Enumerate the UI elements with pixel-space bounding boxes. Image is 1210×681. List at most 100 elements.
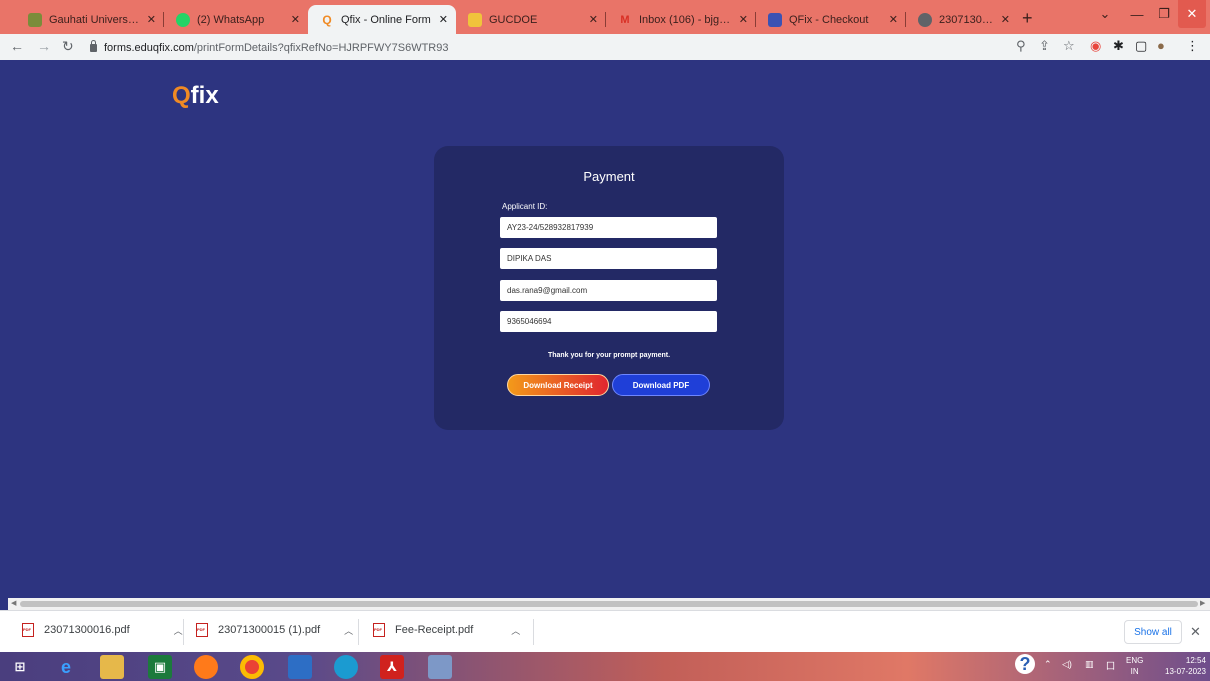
clock-date: 13-07-2023 — [1165, 667, 1206, 676]
tab-title: 23071300015 (1).pdf — [939, 13, 995, 26]
photos-icon[interactable] — [288, 655, 312, 679]
tab-title: (2) WhatsApp — [197, 13, 265, 26]
tab-gucdoe[interactable]: GUCDOE ✕ — [456, 5, 606, 34]
gucdoe-favicon-icon — [468, 12, 482, 27]
help-icon[interactable]: ? — [1015, 654, 1035, 674]
scroll-left-arrow-icon[interactable]: ◀ — [11, 599, 16, 607]
close-tab-icon[interactable]: ✕ — [589, 13, 598, 26]
tab-qfix-online-form[interactable]: Q Qfix - Online Form ✕ — [308, 5, 456, 34]
email-field[interactable]: das.rana9@gmail.com — [500, 280, 717, 301]
forward-arrow-icon[interactable]: → — [37, 38, 51, 54]
clock-time: 12:54 — [1185, 656, 1206, 665]
minimize-button[interactable]: — — [1124, 0, 1150, 28]
qfix-checkout-favicon-icon — [768, 12, 782, 27]
tab-gauhati-university[interactable]: Gauhati University Centr ✕ — [16, 5, 164, 34]
paint-icon[interactable] — [428, 655, 452, 679]
tab-strip: Gauhati University Centr ✕ (2) WhatsApp … — [0, 0, 1210, 34]
share-icon[interactable]: ⇪ — [1039, 38, 1050, 54]
thanks-message: Thank you for your prompt payment. — [547, 352, 671, 359]
tray-chevron-icon[interactable]: ⌃ — [1044, 659, 1052, 670]
reload-icon[interactable]: ↻ — [62, 38, 74, 55]
lang-code: ENG — [1126, 656, 1144, 665]
tab-title: QFix - Checkout — [789, 13, 869, 26]
applicant-id-label: Applicant ID: — [502, 202, 548, 211]
payment-card: Payment Applicant ID: AY23-24/5289328179… — [434, 146, 784, 430]
back-arrow-icon[interactable]: ← — [10, 38, 24, 54]
tab-whatsapp[interactable]: (2) WhatsApp ✕ — [164, 5, 308, 34]
horizontal-scrollbar[interactable]: ◀ ▶ — [8, 598, 1210, 610]
profile-avatar-icon[interactable]: ● — [1157, 38, 1165, 53]
download-item[interactable]: Fee-Receipt.pdf ︿ — [373, 623, 520, 637]
tab-search-chevron-icon[interactable]: ⌄ — [1096, 0, 1114, 28]
pdf-file-icon — [22, 623, 34, 637]
internet-explorer-icon[interactable]: e — [54, 655, 78, 679]
applicant-id-field[interactable]: AY23-24/528932817939 — [500, 217, 717, 238]
logo-text: fix — [190, 82, 219, 109]
tab-title: Inbox (106) - bjgoswam — [639, 13, 733, 26]
browser-toolbar: ← → ↻ forms.eduqfix.com/printFormDetails… — [0, 34, 1210, 60]
file-explorer-icon[interactable] — [100, 655, 124, 679]
zoom-icon[interactable]: ⚲ — [1016, 38, 1026, 54]
lock-icon[interactable] — [90, 39, 97, 52]
download-item[interactable]: 23071300016.pdf ︿ — [22, 623, 183, 637]
download-filename: Fee-Receipt.pdf — [395, 624, 474, 636]
download-shelf: 23071300016.pdf ︿ 23071300015 (1).pdf ︿ … — [0, 610, 1210, 652]
close-tab-icon[interactable]: ✕ — [147, 13, 156, 26]
store-icon[interactable]: ▣ — [148, 655, 172, 679]
region-code: IN — [1130, 667, 1139, 676]
extensions-puzzle-icon[interactable]: ✱ — [1113, 38, 1124, 54]
firefox-icon[interactable] — [194, 655, 218, 679]
page-content: Qfix Payment Applicant ID: AY23-24/52893… — [8, 60, 1210, 598]
tab-title: Gauhati University Centr — [49, 13, 141, 26]
close-tab-icon[interactable]: ✕ — [739, 13, 748, 26]
tab-qfix-checkout[interactable]: QFix - Checkout ✕ — [756, 5, 906, 34]
extension-icon[interactable]: ◉ — [1090, 38, 1101, 54]
address-bar[interactable]: forms.eduqfix.com/printFormDetails?qfixR… — [90, 38, 1010, 57]
phone-field[interactable]: 9365046694 — [500, 311, 717, 332]
close-tab-icon[interactable]: ✕ — [889, 13, 898, 26]
chevron-up-icon[interactable]: ︿ — [344, 624, 353, 637]
taskbar: ⊞ e ▣ ⅄ ? ⌃ ◁) ▥ 囗 ENG IN 12:54 13-07-20… — [0, 652, 1210, 681]
chevron-up-icon[interactable]: ︿ — [174, 624, 183, 637]
pdf-file-icon — [196, 623, 208, 637]
volume-icon[interactable]: ◁) — [1062, 659, 1072, 670]
url-path: /printFormDetails?qfixRefNo=HJRPFWY7S6WT… — [193, 41, 449, 54]
scrollbar-thumb[interactable] — [20, 601, 1198, 607]
url-domain: forms.eduqfix.com — [104, 41, 194, 54]
system-clock[interactable]: 12:54 13-07-2023 — [1165, 655, 1206, 677]
close-tab-icon[interactable]: ✕ — [439, 13, 448, 26]
acrobat-icon[interactable]: ⅄ — [380, 655, 404, 679]
download-receipt-button[interactable]: Download Receipt — [507, 374, 609, 396]
tab-pdf-file[interactable]: 23071300015 (1).pdf ✕ — [906, 5, 1018, 34]
close-tab-icon[interactable]: ✕ — [1001, 13, 1010, 26]
download-item[interactable]: 23071300015 (1).pdf ︿ — [196, 623, 353, 637]
input-method-icon[interactable]: 囗 — [1106, 659, 1115, 672]
tab-gmail-inbox[interactable]: M Inbox (106) - bjgoswam ✕ — [606, 5, 756, 34]
download-filename: 23071300015 (1).pdf — [218, 624, 321, 636]
language-indicator[interactable]: ENG IN — [1126, 655, 1143, 677]
tab-title: Qfix - Online Form — [341, 13, 431, 26]
scroll-right-arrow-icon[interactable]: ▶ — [1200, 599, 1205, 607]
chrome-icon[interactable] — [240, 655, 264, 679]
chevron-up-icon[interactable]: ︿ — [511, 624, 520, 637]
close-shelf-icon[interactable]: ✕ — [1190, 624, 1201, 640]
menu-kebab-icon[interactable]: ⋮ — [1186, 38, 1199, 54]
new-tab-button[interactable]: + — [1022, 8, 1033, 29]
restore-button[interactable]: ❐ — [1152, 0, 1176, 28]
pdf-file-icon — [373, 623, 385, 637]
show-all-button[interactable]: Show all — [1124, 620, 1182, 644]
bookmark-star-icon[interactable]: ☆ — [1063, 38, 1075, 54]
university-favicon-icon — [28, 12, 42, 27]
name-field[interactable]: DIPIKA DAS — [500, 248, 717, 269]
edge-icon[interactable] — [334, 655, 358, 679]
download-pdf-button[interactable]: Download PDF — [612, 374, 710, 396]
close-tab-icon[interactable]: ✕ — [291, 13, 300, 26]
network-icon[interactable]: ▥ — [1085, 659, 1094, 670]
qfix-logo: Qfix — [172, 82, 219, 110]
tab-title: GUCDOE — [489, 13, 538, 26]
windows-start-icon[interactable]: ⊞ — [8, 655, 32, 679]
globe-favicon-icon — [918, 12, 932, 27]
side-panel-icon[interactable]: ▢ — [1135, 38, 1147, 54]
download-filename: 23071300016.pdf — [44, 624, 130, 636]
close-window-button[interactable]: ✕ — [1178, 0, 1206, 28]
